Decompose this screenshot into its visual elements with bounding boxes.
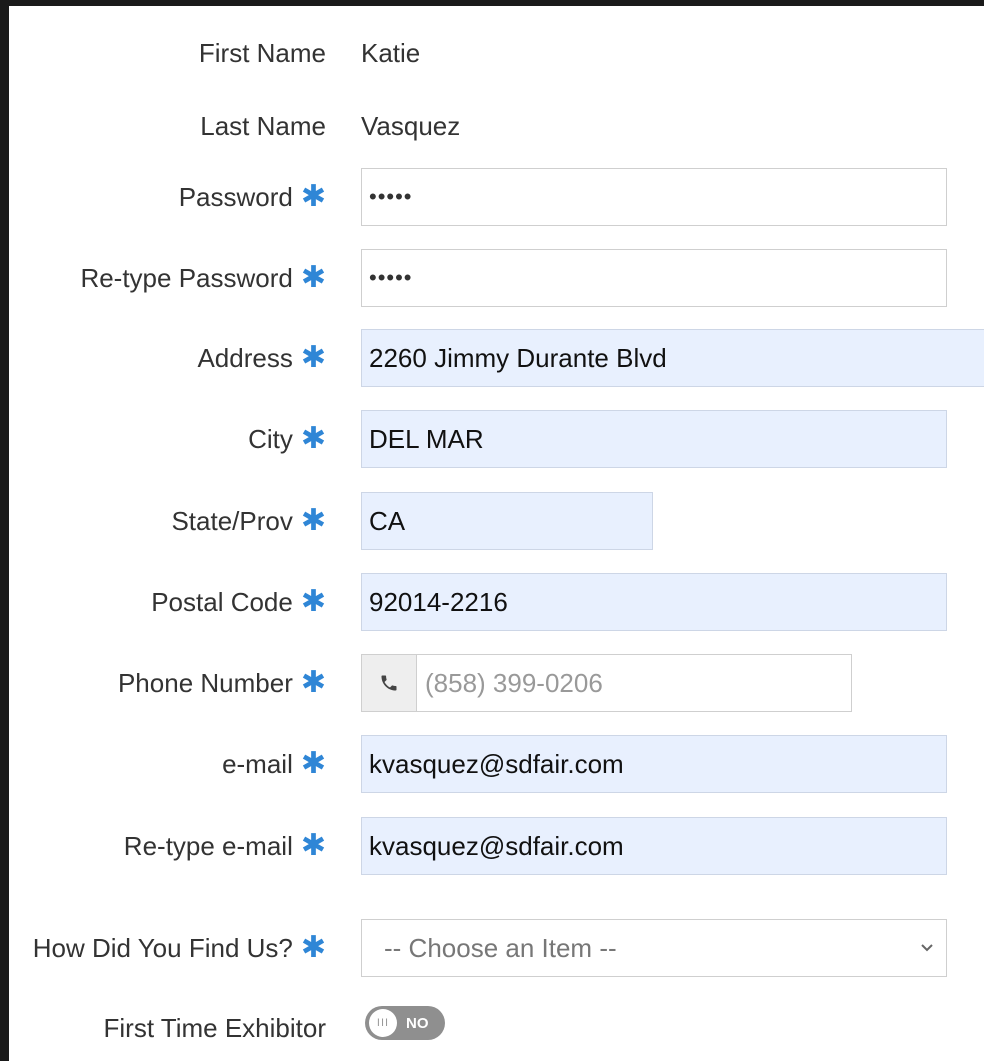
registration-form: First Name Katie Last Name Vasquez Passw… [9, 6, 984, 1061]
required-icon: ✱ [300, 584, 326, 619]
required-icon: ✱ [300, 930, 326, 965]
state-label: State/Prov ✱ [171, 503, 326, 538]
address-field[interactable]: 2260 Jimmy Durante Blvd [361, 329, 984, 387]
address-row: Address ✱ 2260 Jimmy Durante Blvd [9, 329, 984, 387]
find-us-selected: -- Choose an Item -- [384, 932, 617, 963]
password-label: Password ✱ [178, 179, 326, 214]
postal-code-label: Postal Code ✱ [151, 584, 326, 619]
city-row: City ✱ DEL MAR [9, 410, 984, 468]
first-time-label: First Time Exhibitor [103, 1012, 327, 1043]
first-name-row: First Name Katie [9, 24, 984, 82]
first-name-label: First Name [198, 37, 326, 68]
find-us-label: How Did You Find Us? ✱ [32, 930, 326, 965]
phone-placeholder: (858) 399-0206 [425, 667, 603, 698]
required-icon: ✱ [300, 179, 326, 214]
toggle-state-text: NO [406, 1014, 429, 1032]
retype-password-row: Re-type Password ✱ ••••• [9, 249, 984, 307]
toggle-knob: III [369, 1009, 397, 1037]
required-icon: ✱ [300, 746, 326, 781]
email-label: e-mail ✱ [222, 746, 326, 781]
required-icon: ✱ [300, 260, 326, 295]
city-label: City ✱ [248, 421, 326, 456]
state-row: State/Prov ✱ CA [9, 492, 984, 550]
find-us-row: How Did You Find Us? ✱ -- Choose an Item … [9, 919, 984, 977]
retype-password-label: Re-type Password ✱ [80, 260, 326, 295]
last-name-label: Last Name [200, 110, 326, 141]
last-name-row: Last Name Vasquez [9, 97, 984, 155]
state-field[interactable]: CA [361, 492, 653, 550]
first-name-value: Katie [361, 37, 421, 68]
postal-code-row: Postal Code ✱ 92014-2216 [9, 573, 984, 631]
phone-input[interactable]: (858) 399-0206 [361, 654, 852, 712]
email-row: e-mail ✱ kvasquez@sdfair.com [9, 735, 984, 793]
retype-password-field[interactable]: ••••• [361, 249, 947, 307]
retype-email-row: Re-type e-mail ✱ kvasquez@sdfair.com [9, 817, 984, 875]
required-icon: ✱ [300, 421, 326, 456]
required-icon: ✱ [300, 340, 326, 375]
phone-row: Phone Number ✱ (858) 399-0206 [9, 654, 984, 712]
required-icon: ✱ [300, 828, 326, 863]
last-name-value: Vasquez [361, 110, 461, 141]
address-label: Address ✱ [197, 340, 326, 375]
postal-code-field[interactable]: 92014-2216 [361, 573, 947, 631]
chevron-down-icon [921, 944, 933, 952]
phone-label: Phone Number ✱ [117, 665, 326, 700]
first-time-toggle[interactable]: III NO [365, 1006, 445, 1040]
required-icon: ✱ [300, 665, 326, 700]
find-us-select[interactable]: -- Choose an Item -- [361, 919, 947, 977]
email-field[interactable]: kvasquez@sdfair.com [361, 735, 947, 793]
first-time-row: First Time Exhibitor III NO [9, 1004, 984, 1052]
required-icon: ✱ [300, 503, 326, 538]
password-field[interactable]: ••••• [361, 168, 947, 226]
retype-email-field[interactable]: kvasquez@sdfair.com [361, 817, 947, 875]
phone-icon [362, 655, 417, 711]
city-field[interactable]: DEL MAR [361, 410, 947, 468]
password-row: Password ✱ ••••• [9, 168, 984, 226]
retype-email-label: Re-type e-mail ✱ [123, 828, 326, 863]
